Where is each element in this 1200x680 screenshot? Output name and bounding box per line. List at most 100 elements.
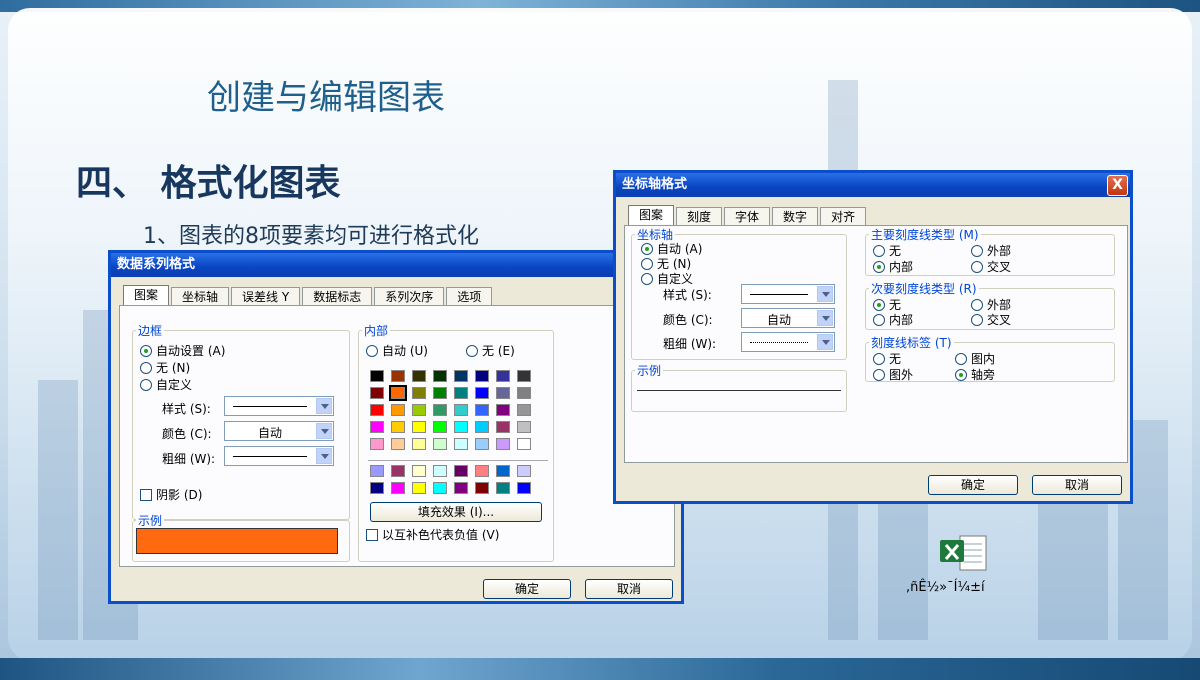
ok-button[interactable]: 确定 bbox=[928, 475, 1018, 495]
major-outside-radio[interactable]: 外部 bbox=[971, 242, 1011, 259]
color-swatch[interactable] bbox=[391, 370, 405, 382]
border-style-select[interactable] bbox=[224, 396, 334, 416]
ticklabel-next-radio[interactable]: 轴旁 bbox=[955, 366, 995, 383]
border-color-select[interactable]: 自动 bbox=[224, 421, 334, 441]
minor-cross-radio[interactable]: 交叉 bbox=[971, 311, 1011, 328]
ticklabel-high-radio[interactable]: 图内 bbox=[955, 350, 995, 367]
ticklabel-none-radio[interactable]: 无 bbox=[873, 350, 901, 367]
ticklabel-low-radio[interactable]: 图外 bbox=[873, 366, 913, 383]
color-swatch[interactable] bbox=[475, 438, 489, 450]
tab-patterns[interactable]: 图案 bbox=[628, 205, 675, 225]
color-swatch[interactable] bbox=[370, 387, 384, 399]
border-weight-select[interactable] bbox=[224, 446, 334, 466]
color-swatch[interactable] bbox=[412, 465, 426, 477]
invert-negative-checkbox[interactable]: 以互补色代表负值 (V) bbox=[366, 526, 499, 543]
color-swatch[interactable] bbox=[412, 370, 426, 382]
tab-number[interactable]: 数字 bbox=[772, 207, 819, 225]
color-swatch[interactable] bbox=[517, 387, 531, 399]
border-none-radio[interactable]: 无 (N) bbox=[140, 359, 190, 376]
close-icon[interactable]: X bbox=[1107, 175, 1128, 196]
color-swatch[interactable] bbox=[370, 465, 384, 477]
color-swatch[interactable] bbox=[475, 421, 489, 433]
shadow-checkbox[interactable]: 阴影 (D) bbox=[140, 486, 202, 503]
color-swatch[interactable] bbox=[496, 465, 510, 477]
tab-scale[interactable]: 刻度 bbox=[676, 207, 723, 225]
color-swatch[interactable] bbox=[433, 421, 447, 433]
color-swatch[interactable] bbox=[370, 404, 384, 416]
ok-button[interactable]: 确定 bbox=[483, 579, 571, 599]
color-swatch[interactable] bbox=[454, 482, 468, 494]
axis-color-select[interactable]: 自动 bbox=[741, 308, 835, 328]
tab-alignment[interactable]: 对齐 bbox=[820, 207, 867, 225]
color-swatch[interactable] bbox=[475, 370, 489, 382]
excel-file-icon[interactable] bbox=[938, 534, 990, 574]
cancel-button[interactable]: 取消 bbox=[1032, 475, 1122, 495]
color-swatch[interactable] bbox=[475, 482, 489, 494]
axis-weight-select[interactable] bbox=[741, 332, 835, 352]
color-swatch[interactable] bbox=[517, 438, 531, 450]
color-swatch[interactable] bbox=[370, 370, 384, 382]
color-swatch[interactable] bbox=[412, 438, 426, 450]
color-swatch[interactable] bbox=[454, 404, 468, 416]
area-auto-radio[interactable]: 自动 (U) bbox=[366, 342, 428, 359]
color-swatch[interactable] bbox=[454, 387, 468, 399]
tab-data-labels[interactable]: 数据标志 bbox=[302, 287, 373, 305]
color-swatch[interactable] bbox=[433, 370, 447, 382]
area-none-radio[interactable]: 无 (E) bbox=[466, 342, 515, 359]
color-swatch[interactable] bbox=[412, 482, 426, 494]
color-swatch[interactable] bbox=[454, 370, 468, 382]
minor-inside-radio[interactable]: 内部 bbox=[873, 311, 913, 328]
color-swatch[interactable] bbox=[496, 404, 510, 416]
color-swatch[interactable] bbox=[391, 465, 405, 477]
color-swatch[interactable] bbox=[517, 465, 531, 477]
border-auto-radio[interactable]: 自动设置 (A) bbox=[140, 342, 225, 359]
major-cross-radio[interactable]: 交叉 bbox=[971, 258, 1011, 275]
chevron-down-icon bbox=[316, 398, 332, 414]
color-swatch[interactable] bbox=[496, 387, 510, 399]
border-custom-radio[interactable]: 自定义 bbox=[140, 376, 192, 393]
color-swatch[interactable] bbox=[370, 482, 384, 494]
tab-font[interactable]: 字体 bbox=[724, 207, 771, 225]
color-swatch[interactable] bbox=[496, 482, 510, 494]
tab-error-bars[interactable]: 误差线 Y bbox=[231, 287, 301, 305]
color-swatch[interactable] bbox=[454, 421, 468, 433]
color-swatch[interactable] bbox=[475, 465, 489, 477]
cancel-button[interactable]: 取消 bbox=[585, 579, 673, 599]
color-swatch[interactable] bbox=[454, 438, 468, 450]
major-none-radio[interactable]: 无 bbox=[873, 242, 901, 259]
file-label[interactable]: ,ñÊ½»¯Í¼±í bbox=[906, 580, 985, 595]
color-swatch[interactable] bbox=[391, 404, 405, 416]
tab-patterns[interactable]: 图案 bbox=[123, 285, 170, 305]
color-swatch[interactable] bbox=[475, 387, 489, 399]
color-swatch[interactable] bbox=[496, 421, 510, 433]
tab-axis[interactable]: 坐标轴 bbox=[171, 287, 230, 305]
color-swatch[interactable] bbox=[475, 404, 489, 416]
color-swatch[interactable] bbox=[433, 387, 447, 399]
color-swatch[interactable] bbox=[370, 421, 384, 433]
color-swatch[interactable] bbox=[391, 421, 405, 433]
color-swatch[interactable] bbox=[412, 404, 426, 416]
color-swatch[interactable] bbox=[433, 465, 447, 477]
color-swatch[interactable] bbox=[517, 404, 531, 416]
color-swatch[interactable] bbox=[454, 465, 468, 477]
color-swatch[interactable] bbox=[517, 370, 531, 382]
color-swatch[interactable] bbox=[391, 482, 405, 494]
color-swatch[interactable] bbox=[496, 438, 510, 450]
color-swatch[interactable] bbox=[517, 482, 531, 494]
axis-custom-radio[interactable]: 自定义 bbox=[641, 270, 693, 287]
color-swatch[interactable] bbox=[433, 438, 447, 450]
color-swatch[interactable] bbox=[370, 438, 384, 450]
color-swatch[interactable] bbox=[496, 370, 510, 382]
color-swatch[interactable] bbox=[433, 482, 447, 494]
color-swatch[interactable] bbox=[412, 387, 426, 399]
tab-series-order[interactable]: 系列次序 bbox=[374, 287, 445, 305]
major-inside-radio[interactable]: 内部 bbox=[873, 258, 913, 275]
tab-options[interactable]: 选项 bbox=[446, 287, 493, 305]
fill-effects-button[interactable]: 填充效果 (I)... bbox=[370, 502, 542, 522]
color-swatch[interactable] bbox=[517, 421, 531, 433]
color-swatch[interactable] bbox=[391, 438, 405, 450]
color-swatch[interactable] bbox=[389, 385, 407, 401]
axis-style-select[interactable] bbox=[741, 284, 835, 304]
color-swatch[interactable] bbox=[412, 421, 426, 433]
color-swatch[interactable] bbox=[433, 404, 447, 416]
